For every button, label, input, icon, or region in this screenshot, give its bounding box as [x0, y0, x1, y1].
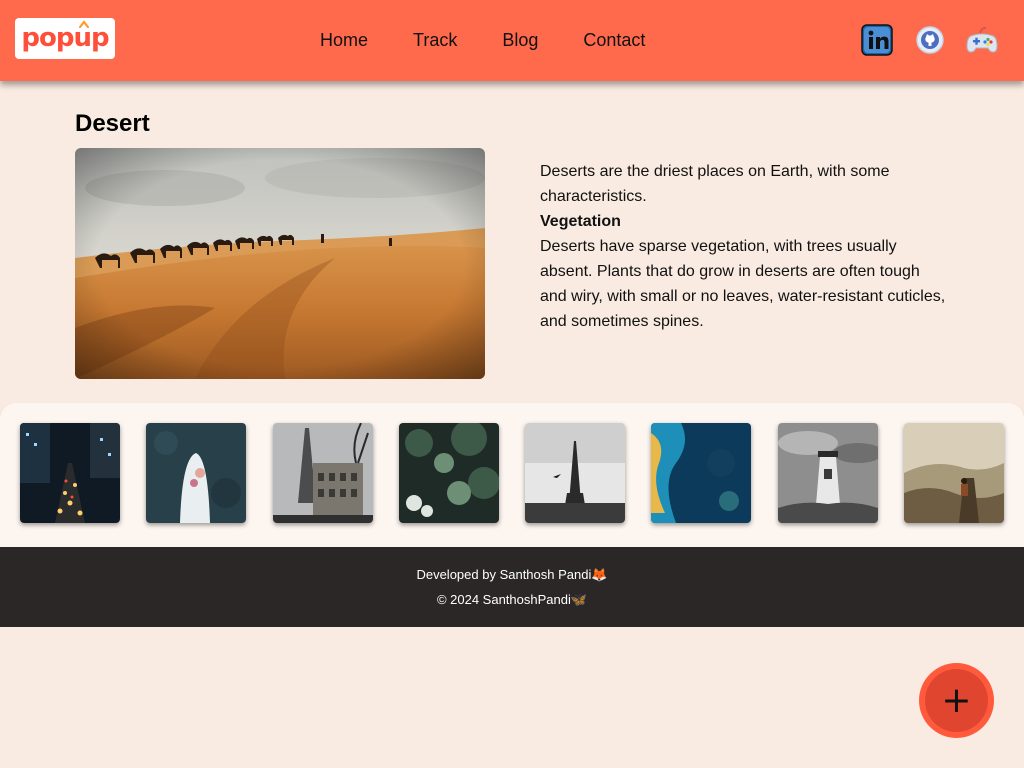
paris-street-image	[273, 423, 373, 523]
nav-contact[interactable]: Contact	[583, 30, 645, 51]
github-icon[interactable]	[915, 25, 945, 55]
gallery-thumb-white-dress[interactable]	[146, 423, 246, 523]
add-fab-button[interactable]: +	[919, 663, 994, 738]
nav-home[interactable]: Home	[320, 30, 368, 51]
nav-track[interactable]: Track	[413, 30, 457, 51]
gallery-thumb-lighthouse[interactable]	[778, 423, 878, 523]
gallery-thumb-hiker[interactable]	[904, 423, 1004, 523]
linkedin-icon[interactable]	[861, 24, 893, 56]
white-dress-image	[146, 423, 246, 523]
site-header: popup Home Track Blog Contact	[0, 0, 1024, 81]
developed-by-text: Developed by Santhosh Pandi🦊	[416, 567, 608, 582]
game-controller-icon[interactable]	[965, 23, 999, 57]
ocean-aerial-image	[651, 423, 751, 523]
site-footer: Developed by Santhosh Pandi🦊 © 2024 Sant…	[0, 547, 1024, 627]
logo-caret-icon	[79, 20, 89, 28]
page-title: Desert	[75, 110, 150, 137]
hiker-image	[904, 423, 1004, 523]
desert-intro: Deserts are the driest places on Earth, …	[540, 163, 890, 205]
image-gallery	[0, 403, 1024, 547]
gallery-thumb-eiffel-bw[interactable]	[525, 423, 625, 523]
city-night-image	[20, 423, 120, 523]
lighthouse-image	[778, 423, 878, 523]
desert-scene	[75, 148, 485, 379]
desert-description: Deserts are the driest places on Earth, …	[540, 159, 950, 334]
gallery-thumb-forest[interactable]	[399, 423, 499, 523]
plus-icon: +	[925, 669, 988, 732]
forest-image	[399, 423, 499, 523]
gallery-thumb-ocean-aerial[interactable]	[651, 423, 751, 523]
popup-logo[interactable]: popup	[15, 18, 115, 59]
main-nav: Home Track Blog Contact	[320, 30, 645, 51]
vegetation-text: Deserts have sparse vegetation, with tre…	[540, 238, 946, 330]
nav-blog[interactable]: Blog	[502, 30, 538, 51]
copyright-text: © 2024 SanthoshPandi🦋	[436, 592, 588, 607]
logo-text: popup	[21, 22, 109, 53]
desert-hero-image	[75, 148, 485, 379]
gallery-thumb-paris-street[interactable]	[273, 423, 373, 523]
eiffel-bw-image	[525, 423, 625, 523]
gallery-thumb-city-night[interactable]	[20, 423, 120, 523]
vegetation-heading: Vegetation	[540, 213, 621, 230]
